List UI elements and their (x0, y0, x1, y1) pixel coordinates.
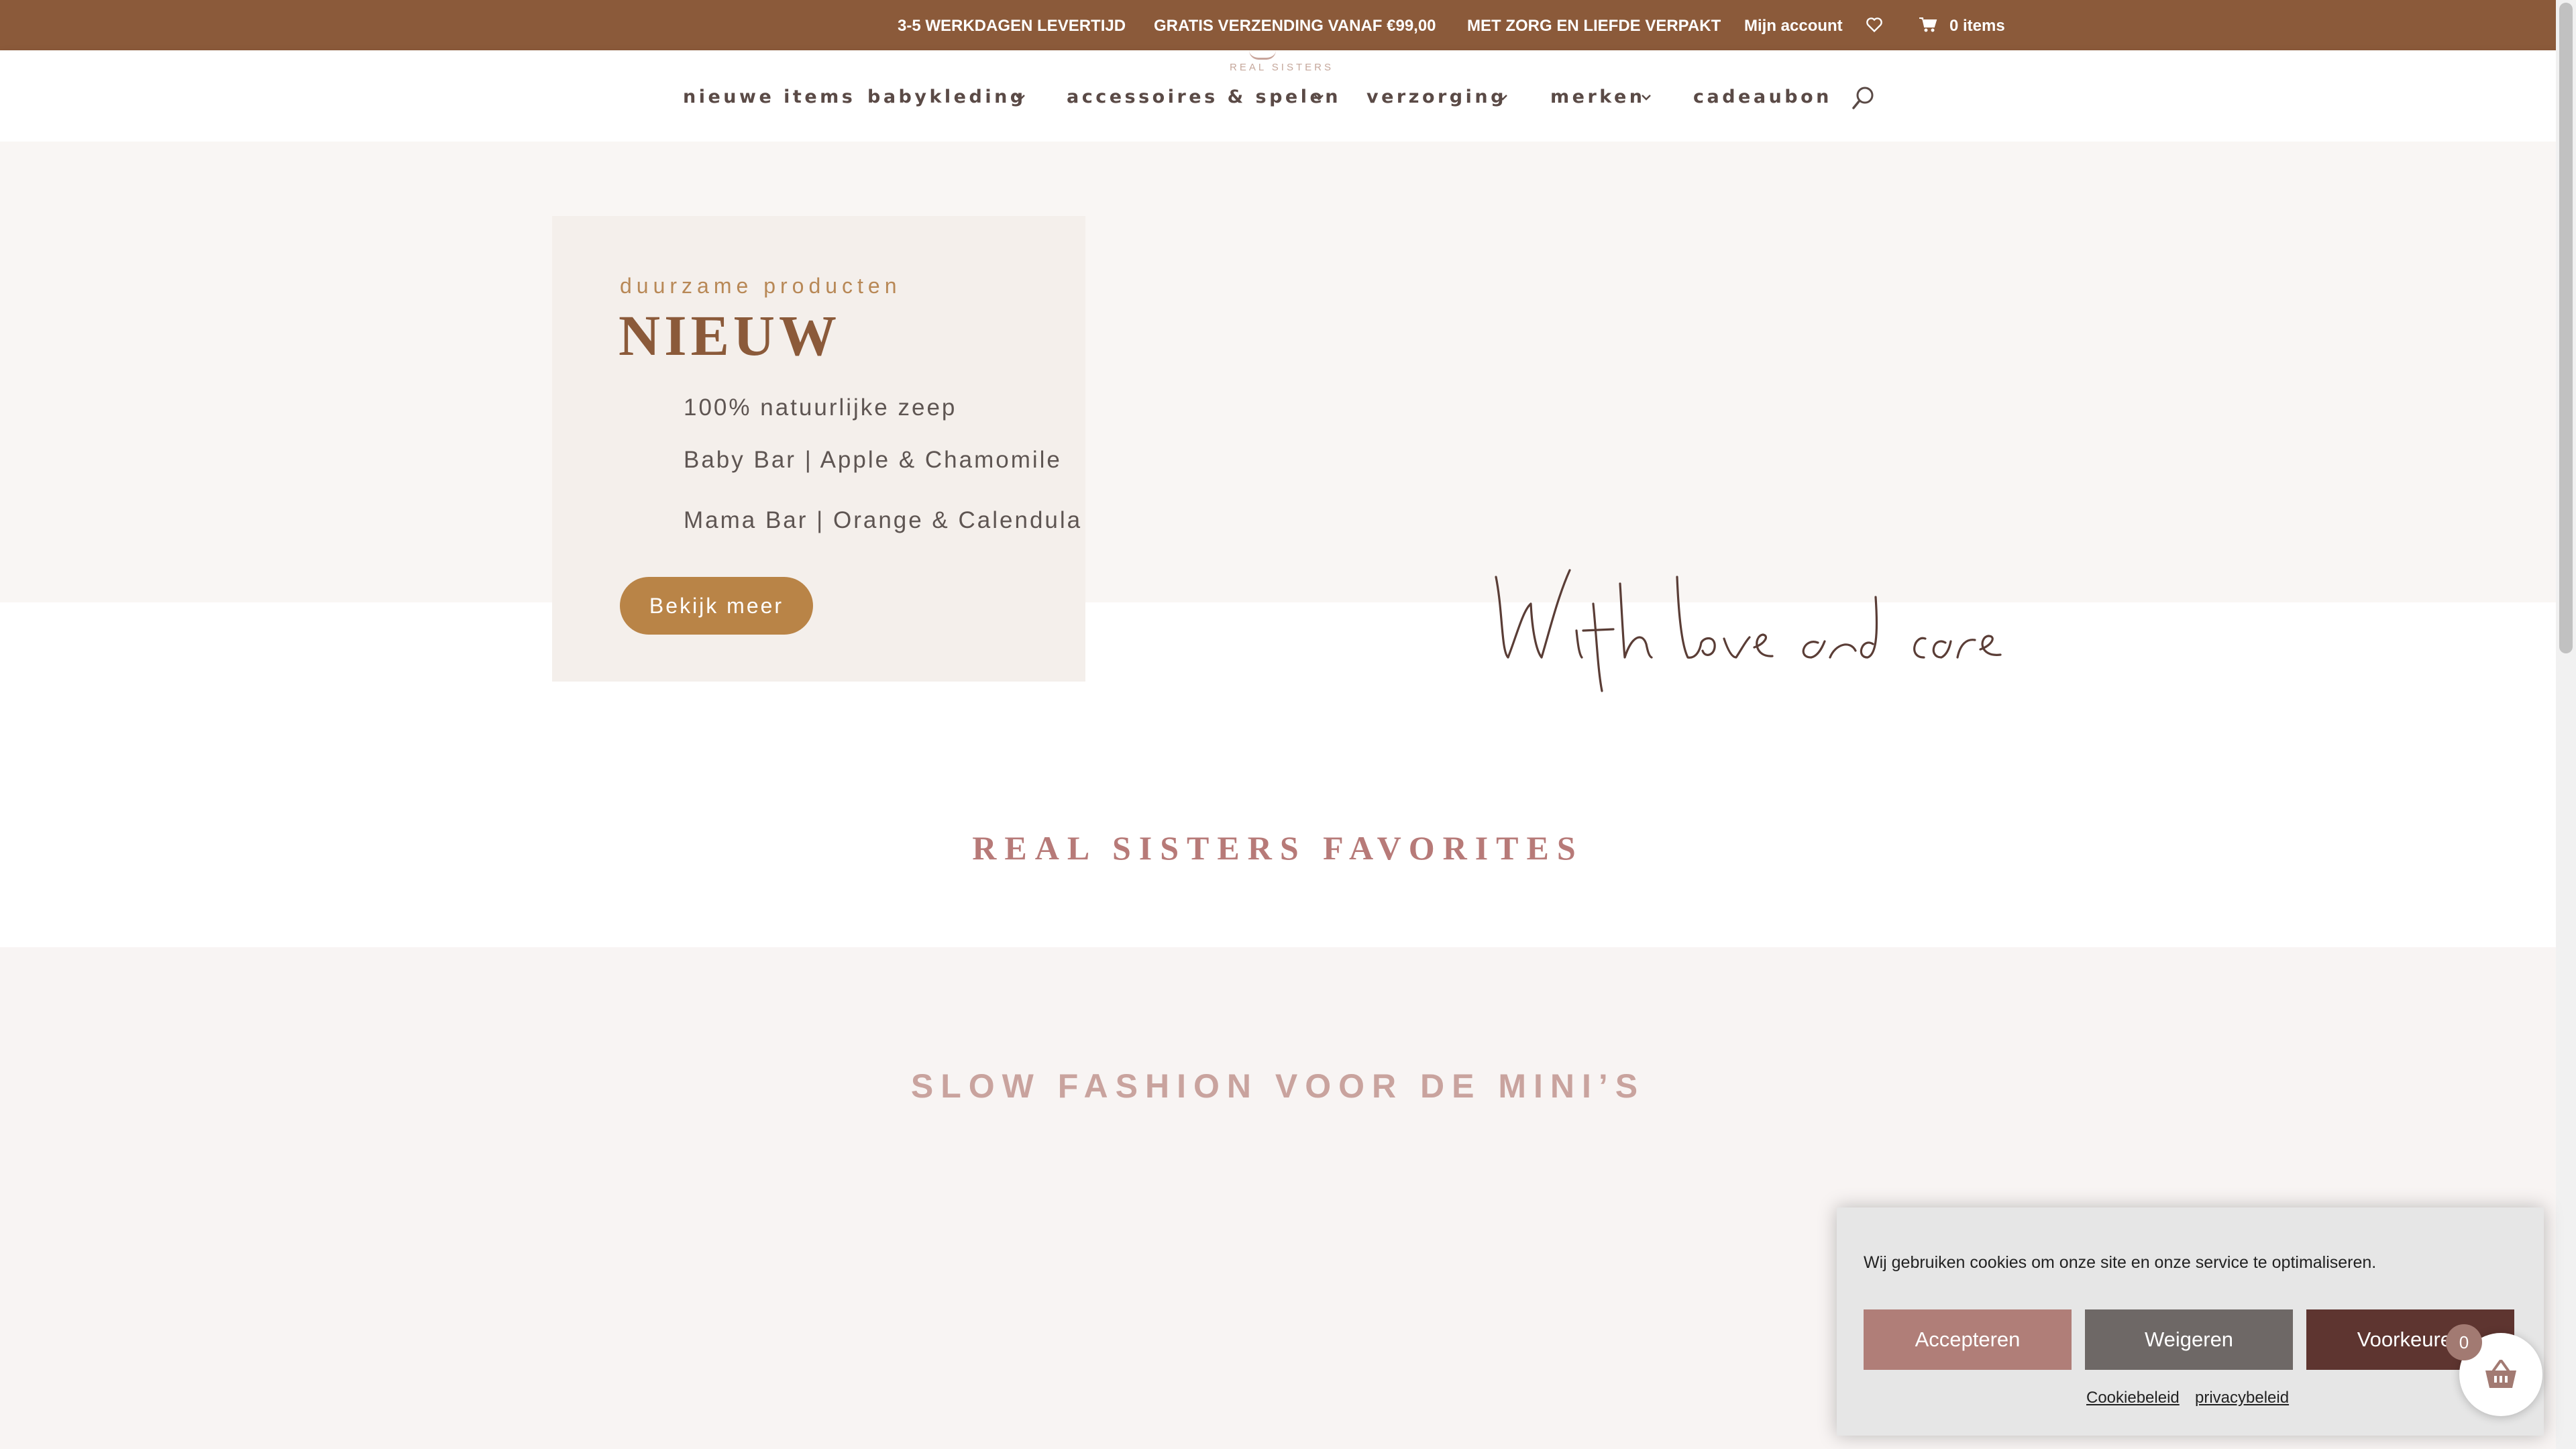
nav-item-verzorging[interactable]: verzorging (1366, 86, 1507, 109)
wishlist-icon[interactable] (1865, 15, 1884, 37)
logo-text[interactable]: REAL SISTERS (1230, 62, 1334, 73)
basket-icon (2485, 1360, 2516, 1388)
deny-cookies-button[interactable]: Weigeren (2085, 1309, 2293, 1370)
chevron-down-icon (1016, 95, 1025, 101)
nav-item-nieuwe-items[interactable]: nieuwe items (683, 86, 855, 109)
nav-item-cadeaubon[interactable]: cadeaubon (1693, 86, 1832, 109)
cookie-consent-banner: Wij gebruiken cookies om onze site en on… (1837, 1208, 2544, 1436)
cart-link[interactable]: 0 items (1919, 16, 2005, 36)
chevron-down-icon (1498, 95, 1507, 101)
cookie-policy-link[interactable]: Cookiebeleid (2086, 1389, 2180, 1407)
top-bar: 3-5 WERKDAGEN LEVERTIJD GRATIS VERZENDIN… (0, 0, 2556, 50)
cookie-message: Wij gebruiken cookies om onze site en on… (1864, 1253, 2377, 1272)
hero-product-mama-bar: Mama Bar | Orange & Calendula (684, 507, 1083, 533)
search-icon[interactable] (1850, 85, 1877, 113)
hero-section (0, 142, 2556, 602)
cart-icon (1919, 17, 1937, 36)
accept-cookies-button[interactable]: Accepteren (1864, 1309, 2072, 1370)
slow-fashion-section-title: SLOW FASHION VOOR DE MINI’S (910, 1067, 1646, 1105)
hero-product-baby-bar: Baby Bar | Apple & Chamomile (684, 447, 1062, 473)
floating-cart-count-badge: 0 (2446, 1324, 2482, 1360)
with-love-and-care-script-image (1495, 569, 2002, 692)
delivery-time-notice: 3-5 WERKDAGEN LEVERTIJD (898, 17, 1126, 35)
cart-count-label: 0 items (1949, 17, 2005, 35)
packaging-notice: MET ZORG EN LIEFDE VERPAKT (1467, 17, 1721, 35)
free-shipping-notice: GRATIS VERZENDING VANAF €99,00 (1154, 17, 1436, 35)
hero-title: NIEUW (619, 303, 841, 368)
chevron-down-icon (1314, 95, 1324, 101)
my-account-link[interactable]: Mijn account (1744, 16, 1843, 36)
hero-kicker: duurzame producten (620, 274, 902, 298)
chevron-down-icon (1642, 95, 1651, 101)
hero-feature-text: 100% natuurlijke zeep (684, 394, 957, 421)
nav-item-babykleding[interactable]: babykleding (867, 86, 1026, 109)
nav-item-merken[interactable]: merken (1550, 86, 1646, 109)
nav-item-accessoires-spelen[interactable]: accessoires & spelen (1067, 86, 1341, 109)
favorites-section-title: REAL SISTERS FAVORITES (972, 829, 1584, 867)
page-scrollbar-thumb[interactable] (2559, 3, 2573, 653)
privacy-policy-link[interactable]: privacybeleid (2195, 1389, 2289, 1407)
view-more-button[interactable]: Bekijk meer (620, 577, 813, 635)
